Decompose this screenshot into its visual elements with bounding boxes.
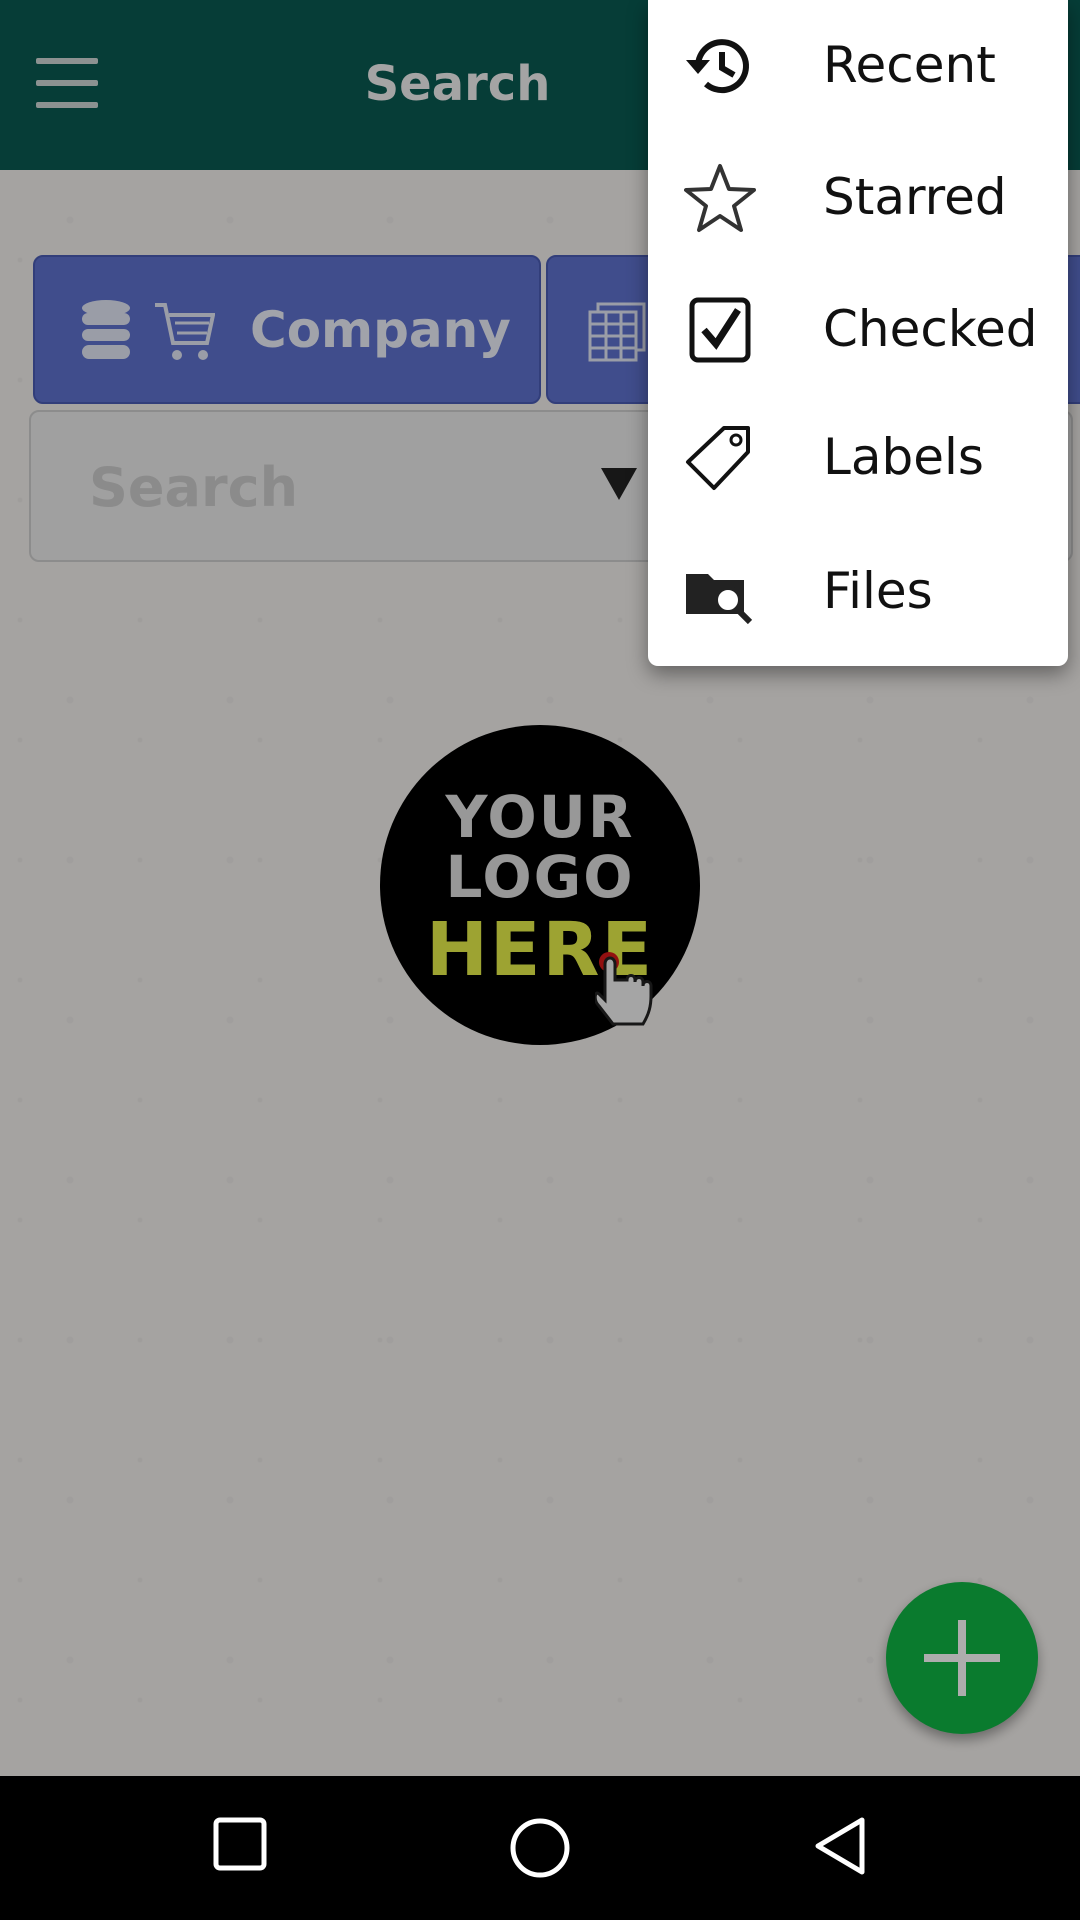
home-circle-icon[interactable] — [508, 1816, 572, 1880]
tag-icon — [686, 426, 750, 490]
folder-search-icon — [686, 574, 753, 625]
menu-item-labels[interactable]: Labels — [648, 392, 1068, 522]
menu-item-label: Files — [823, 562, 933, 620]
menu-item-recent[interactable]: Recent — [648, 0, 1068, 130]
menu-item-label: Checked — [823, 300, 1038, 358]
menu-item-label: Recent — [823, 36, 996, 94]
overflow-menu: Recent Starred Checked Labels Files — [648, 0, 1068, 666]
checkbox-icon — [689, 297, 751, 363]
star-icon — [684, 164, 756, 232]
back-triangle-icon[interactable] — [812, 1816, 868, 1876]
menu-item-label: Starred — [823, 168, 1007, 226]
menu-item-checked[interactable]: Checked — [648, 264, 1068, 394]
system-navigation-bar — [0, 1776, 1080, 1920]
app-screen: Search Company Search YOUR LOGO HERE Rec… — [0, 0, 1080, 1920]
menu-item-files[interactable]: Files — [648, 526, 1068, 656]
recents-square-icon[interactable] — [212, 1816, 268, 1872]
menu-item-label: Labels — [823, 428, 984, 486]
history-icon — [686, 39, 749, 94]
menu-item-starred[interactable]: Starred — [648, 132, 1068, 262]
